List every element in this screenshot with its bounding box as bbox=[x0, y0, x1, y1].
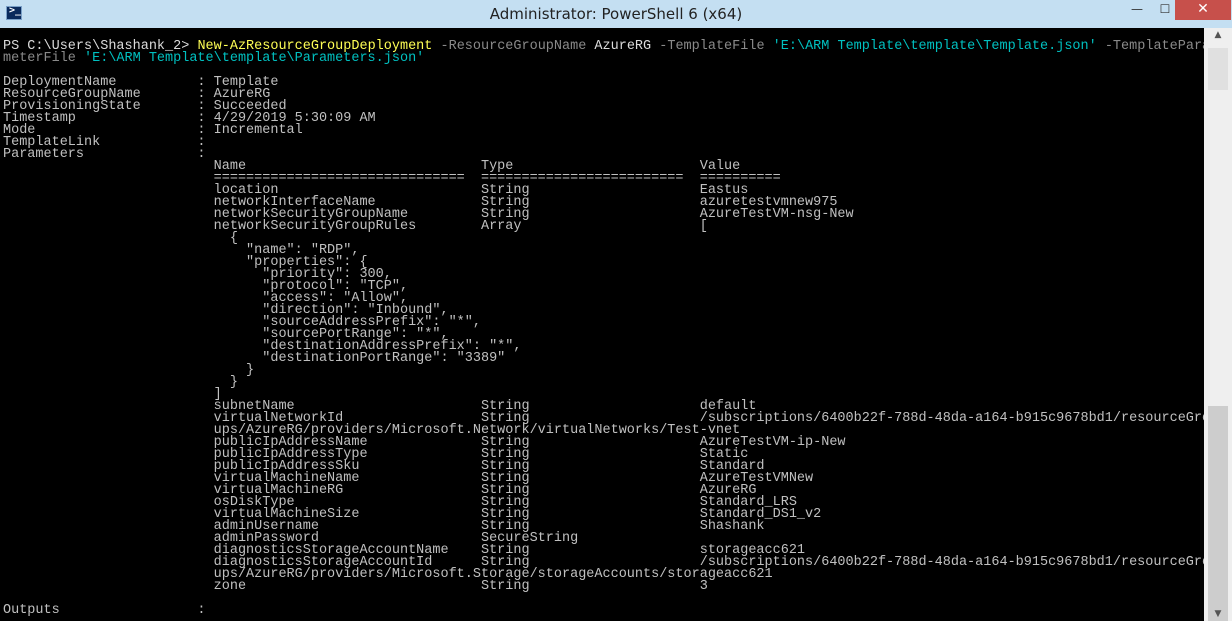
window-title: Administrator: PowerShell 6 (x64) bbox=[489, 5, 743, 23]
console-text: PS C:\Users\Shashank_2> New-AzResourceGr… bbox=[0, 28, 1204, 617]
title-bar[interactable]: >_ Administrator: PowerShell 6 (x64) — ☐… bbox=[0, 0, 1232, 28]
scroll-track-marker bbox=[1208, 48, 1228, 90]
param-resource-group-name: -ResourceGroupName bbox=[432, 39, 595, 54]
close-button[interactable]: ✕ bbox=[1175, 0, 1231, 20]
minimize-button[interactable]: — bbox=[1122, 0, 1152, 20]
vertical-scrollbar[interactable]: ▲ ▼ bbox=[1204, 28, 1232, 621]
param-value-rg: AzureRG bbox=[594, 39, 652, 54]
scroll-down-icon[interactable]: ▼ bbox=[1204, 607, 1232, 621]
command-output: DeploymentName : Template ResourceGroupN… bbox=[3, 75, 1204, 618]
parameters-path: 'E:\ARM Template\template\Parameters.jso… bbox=[84, 51, 425, 66]
template-path: 'E:\ARM Template\template\Template.json' bbox=[772, 39, 1097, 54]
scroll-up-icon[interactable]: ▲ bbox=[1204, 28, 1232, 42]
scroll-thumb[interactable] bbox=[1208, 406, 1228, 621]
console-area[interactable]: PS C:\Users\Shashank_2> New-AzResourceGr… bbox=[0, 28, 1204, 621]
param-template-file: -TemplateFile bbox=[651, 39, 773, 54]
